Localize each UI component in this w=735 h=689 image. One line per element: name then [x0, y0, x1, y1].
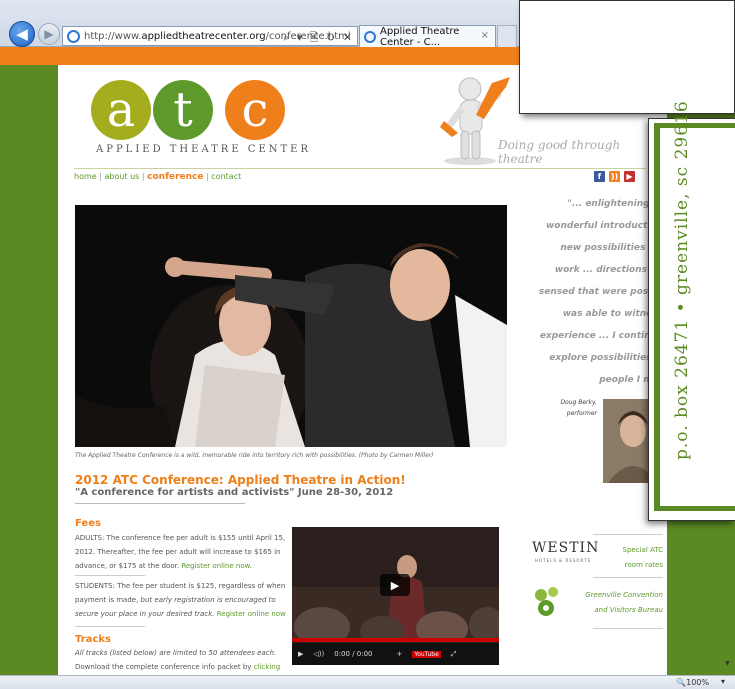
add-icon[interactable]: +	[397, 650, 403, 658]
fees-adults-line: advance, or $175 at the door.	[75, 562, 180, 570]
mailing-address: p.o. box 26471 • greenville, sc 29616	[672, 100, 692, 460]
back-button[interactable]: ◀	[9, 21, 35, 47]
conference-subtitle: "A conference for artists and activists"…	[75, 487, 394, 498]
fees-students: STUDENTS: The fee per student is $125, r…	[75, 579, 287, 621]
quote-line: people I met	[599, 375, 663, 385]
site-left-border	[0, 65, 58, 675]
ie-page-icon	[67, 29, 80, 43]
quote-line: was able to witness	[562, 309, 663, 319]
video-time: 0:00 / 0:00	[334, 650, 373, 658]
ie-tab-icon	[364, 30, 376, 43]
video-controls: ▶ ◁)) 0:00 / 0:00 + YouTube ⤢	[292, 643, 499, 665]
logo-text: APPLIED THEATRE CENTER	[96, 144, 312, 155]
zoom-dropdown-icon[interactable]: ▾	[721, 677, 725, 686]
main-nav: home | about us | conference | contact	[74, 172, 241, 182]
quote-line: explore possibilities w	[549, 353, 663, 363]
westin-link-line: room rates	[624, 561, 663, 569]
nav-about[interactable]: about us	[104, 172, 139, 181]
tab-close-icon[interactable]: ×	[481, 30, 489, 41]
sidebar-divider	[593, 577, 663, 578]
quote-line: work ... directions I h	[554, 265, 663, 275]
fees-students-line: payment is made,	[75, 596, 139, 604]
facebook-icon[interactable]: f	[594, 171, 605, 182]
quote-author-name: Doug Berky,	[560, 399, 597, 406]
register-link[interactable]: Register online now	[217, 610, 286, 618]
gcvb-link[interactable]: Greenville Convention and Visitors Burea…	[563, 588, 663, 618]
quote-line: "... enlightening ...	[567, 199, 663, 209]
url-domain: appliedtheatrecenter.org	[141, 30, 266, 42]
info-packet-link[interactable]: clicking	[254, 663, 280, 671]
quote-line: sensed that were possib	[538, 287, 663, 297]
westin-logo-sub: HOTELS & RESORTS	[535, 558, 592, 563]
nav-separator: |	[206, 172, 209, 181]
play-button[interactable]: ▶	[380, 574, 410, 596]
quote-author: Doug Berky, performer	[533, 397, 597, 419]
page-content: a t c APPLIED THEATRE CENTER Doing good …	[58, 65, 667, 675]
register-link[interactable]: Register online now	[181, 562, 249, 570]
fees-students-emphasis: secure your place in your desired track.	[75, 610, 215, 618]
westin-link-line: Special ATC	[622, 546, 663, 554]
nav-divider	[74, 168, 646, 169]
social-links: f )) ▶	[594, 171, 635, 182]
title-divider	[75, 503, 245, 504]
hero-photo	[75, 205, 507, 447]
arrow-right-icon: ▶	[44, 27, 54, 41]
nav-contact[interactable]: contact	[211, 172, 241, 181]
status-bar: 🔍100% ▾	[0, 675, 735, 689]
fees-adults-line: ADULTS: The conference fee per adult is …	[75, 534, 286, 542]
youtube-logo[interactable]: YouTube	[412, 650, 441, 658]
tracks-line: Download the complete conference info pa…	[75, 663, 252, 671]
tagline: Doing good through theatre	[498, 138, 621, 166]
quote-line: wonderful introduction	[545, 221, 663, 231]
sidebar-divider	[593, 628, 663, 629]
conference-title: 2012 ATC Conference: Applied Theatre in …	[75, 473, 406, 487]
westin-rates-link[interactable]: Special ATC room rates	[618, 543, 663, 573]
tab-title: Applied Theatre Center - C...	[380, 25, 460, 48]
tab-active[interactable]: Applied Theatre Center - C... ×	[359, 25, 496, 48]
play-icon[interactable]: ▶	[298, 650, 303, 658]
overlay-window	[519, 0, 735, 114]
nav-separator: |	[141, 172, 145, 181]
arrow-left-icon: ◀	[16, 25, 28, 43]
hero-caption: The Applied Theatre Conference is a wild…	[75, 452, 434, 459]
quote-line: experience ... I continue	[539, 331, 663, 341]
fees-students-line: STUDENTS: The fee per student is $125, r…	[75, 582, 286, 590]
tracks-line: All tracks (listed below) are limited to…	[75, 649, 277, 657]
scroll-arrow-icon[interactable]: ▼	[725, 660, 730, 667]
fullscreen-icon[interactable]: ⤢	[451, 650, 457, 659]
tracks-heading: Tracks	[75, 634, 111, 645]
youtube-video-player[interactable]: ▶ ▶ ◁)) 0:00 / 0:00 + YouTube ⤢	[292, 527, 499, 665]
youtube-icon[interactable]: ▶	[624, 171, 635, 182]
gcvb-logo-icon[interactable]	[533, 585, 563, 617]
address-bar[interactable]: http://www. appliedtheatrecenter.org/conf…	[62, 26, 358, 46]
quote-line: new possibilities for	[560, 243, 663, 253]
fees-adults: ADULTS: The conference fee per adult is …	[75, 531, 287, 573]
url-prefix: http://www.	[84, 30, 142, 42]
zoom-level[interactable]: 🔍100%	[676, 678, 709, 687]
logo-circle-t[interactable]: t	[153, 80, 213, 140]
logo-circle-c[interactable]: c	[225, 80, 285, 140]
volume-icon[interactable]: ◁))	[313, 650, 324, 658]
westin-logo[interactable]: WESTIN	[532, 540, 599, 556]
gcvb-link-line: and Visitors Bureau	[594, 606, 663, 614]
fees-students-emphasis: but early registration is encouraged to	[140, 596, 276, 604]
quote-author-role: performer	[566, 410, 597, 417]
nav-home[interactable]: home	[74, 172, 97, 181]
gcvb-link-line: Greenville Convention	[585, 591, 663, 599]
rss-icon[interactable]: ))	[609, 171, 620, 182]
address-tools-icons[interactable]: ⌕ ▾ 🖹 ↻ ✕	[283, 29, 354, 48]
video-progress-bar[interactable]	[292, 638, 499, 642]
logo-circle-a[interactable]: a	[91, 80, 151, 140]
fees-heading: Fees	[75, 518, 101, 529]
tracks-text: All tracks (listed below) are limited to…	[75, 646, 287, 674]
nav-separator: |	[99, 172, 102, 181]
fees-divider	[75, 575, 145, 576]
fees-divider	[75, 626, 145, 627]
new-tab-button[interactable]	[497, 25, 517, 47]
sidebar-divider	[593, 534, 663, 535]
fees-adults-line: 2012. Thereafter, the fee per adult will…	[75, 548, 281, 556]
nav-conference[interactable]: conference	[147, 172, 203, 182]
forward-button[interactable]: ▶	[38, 23, 60, 45]
testimonial-quote: "... enlightening ... wonderful introduc…	[513, 193, 663, 391]
